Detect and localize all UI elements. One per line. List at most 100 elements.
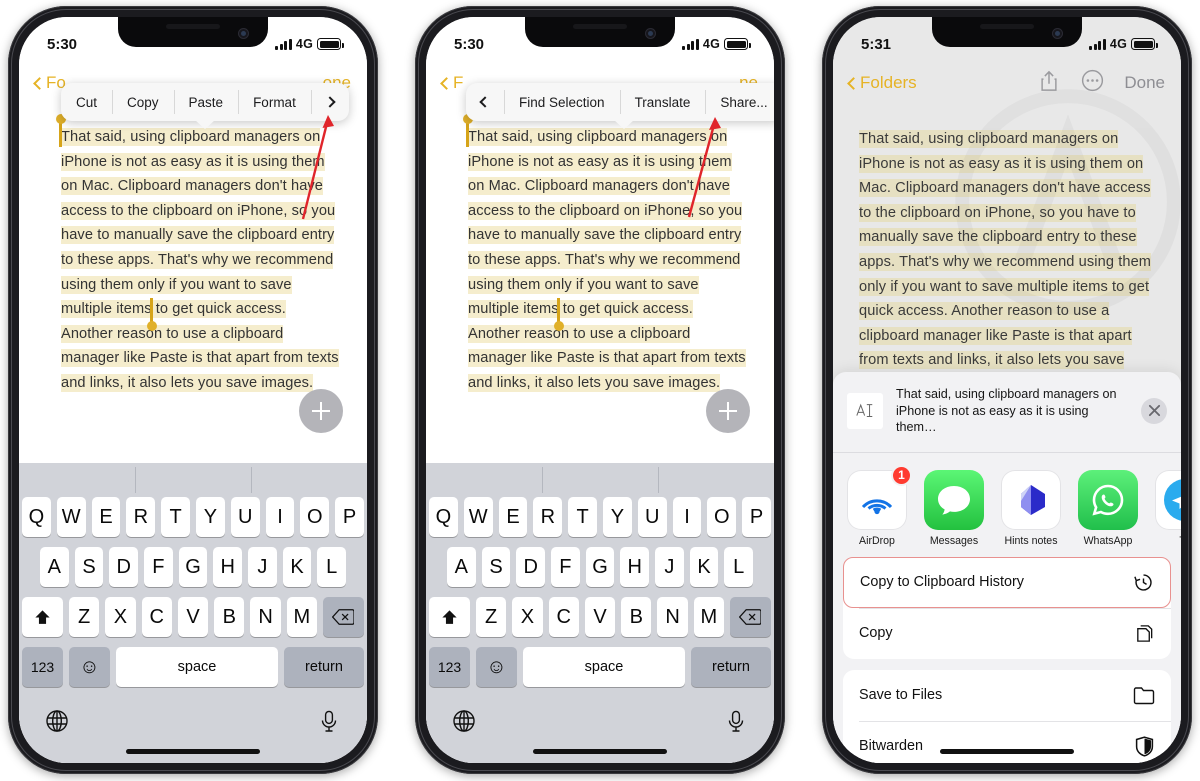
back-to-folders-button[interactable]: Folders: [847, 73, 917, 93]
key-p[interactable]: P: [742, 497, 771, 537]
key-a[interactable]: A: [39, 547, 69, 587]
backspace-key[interactable]: [729, 597, 771, 637]
predictive-bar[interactable]: [426, 463, 774, 497]
menu-item-copy[interactable]: Copy: [112, 83, 174, 121]
key-x[interactable]: X: [512, 597, 543, 637]
selection-handle-start[interactable]: [462, 114, 473, 147]
share-app-messages[interactable]: Messages: [924, 469, 984, 547]
key-n[interactable]: N: [250, 597, 281, 637]
key-w[interactable]: W: [463, 497, 493, 537]
menu-item-share[interactable]: Share...: [705, 83, 774, 121]
key-y[interactable]: Y: [196, 497, 225, 537]
key-j[interactable]: J: [248, 547, 277, 587]
key-z[interactable]: Z: [69, 597, 100, 637]
key-g[interactable]: G: [178, 547, 208, 587]
home-indicator[interactable]: [940, 749, 1074, 754]
home-indicator[interactable]: [533, 749, 667, 754]
back-to-folders-button[interactable]: F: [440, 73, 463, 93]
key-n[interactable]: N: [657, 597, 688, 637]
key-k[interactable]: K: [282, 547, 312, 587]
selection-handle-start[interactable]: [55, 114, 66, 147]
emoji-smiley-icon[interactable]: ☺: [476, 647, 517, 687]
key-u[interactable]: U: [637, 497, 667, 537]
menu-item-translate[interactable]: Translate: [619, 83, 706, 121]
globe-icon[interactable]: [452, 709, 476, 738]
menu-item-find-selection[interactable]: Find Selection: [504, 83, 620, 121]
key-l[interactable]: L: [317, 547, 347, 587]
numbers-key[interactable]: 123: [22, 647, 63, 687]
add-note-button[interactable]: [706, 389, 750, 433]
return-key[interactable]: return: [284, 647, 364, 687]
space-key[interactable]: space: [523, 647, 685, 687]
key-m[interactable]: M: [286, 597, 317, 637]
selection-handle-end[interactable]: [553, 298, 564, 331]
key-a[interactable]: A: [446, 547, 476, 587]
selection-handle-end[interactable]: [146, 298, 157, 331]
key-d[interactable]: D: [516, 547, 545, 587]
key-k[interactable]: K: [689, 547, 719, 587]
key-s[interactable]: S: [481, 547, 511, 587]
key-v[interactable]: V: [177, 597, 209, 637]
on-screen-keyboard-1[interactable]: Q W E R T Y U I O P A S D F G H J K L Z …: [19, 463, 367, 763]
key-h[interactable]: H: [213, 547, 243, 587]
menu-item-cut[interactable]: Cut: [61, 83, 112, 121]
key-r[interactable]: R: [126, 497, 156, 537]
key-o[interactable]: O: [300, 497, 330, 537]
ellipsis-circle-icon[interactable]: [1081, 69, 1104, 97]
key-q[interactable]: Q: [22, 497, 51, 537]
on-screen-keyboard-2[interactable]: Q W E R T Y U I O P A S D F G H J K L Z …: [426, 463, 774, 763]
key-q[interactable]: Q: [429, 497, 458, 537]
key-i[interactable]: I: [265, 497, 295, 537]
key-y[interactable]: Y: [603, 497, 632, 537]
key-r[interactable]: R: [533, 497, 563, 537]
share-app-airdrop[interactable]: 1 AirDrop: [847, 464, 912, 547]
share-app-row[interactable]: 1 AirDrop Messages Hints notes WhatsApp: [833, 453, 1181, 557]
shift-key[interactable]: [429, 597, 471, 637]
share-app-telegram[interactable]: Te: [1155, 469, 1181, 547]
action-copy-to-clipboard-history[interactable]: Copy to Clipboard History: [843, 556, 1171, 608]
share-app-whatsapp[interactable]: WhatsApp: [1078, 469, 1138, 547]
menu-next-page-button[interactable]: [310, 83, 349, 121]
key-f[interactable]: F: [551, 547, 580, 587]
key-w[interactable]: W: [56, 497, 86, 537]
text-edit-callout-2[interactable]: Find Selection Translate Share...: [466, 83, 774, 129]
done-button[interactable]: Done: [1124, 73, 1165, 93]
note-body-1[interactable]: That said, using clipboard managers on i…: [61, 125, 341, 396]
key-t[interactable]: T: [568, 497, 597, 537]
action-bitwarden[interactable]: Bitwarden: [843, 720, 1171, 764]
microphone-icon[interactable]: [724, 709, 748, 738]
share-app-hints-notes[interactable]: Hints notes: [1001, 469, 1061, 547]
key-d[interactable]: D: [109, 547, 138, 587]
numbers-key[interactable]: 123: [429, 647, 470, 687]
menu-item-paste[interactable]: Paste: [173, 83, 239, 121]
key-t[interactable]: T: [161, 497, 190, 537]
key-m[interactable]: M: [693, 597, 724, 637]
key-e[interactable]: E: [498, 497, 528, 537]
key-o[interactable]: O: [707, 497, 737, 537]
share-up-arrow-icon[interactable]: [1039, 70, 1059, 97]
return-key[interactable]: return: [691, 647, 771, 687]
menu-item-format[interactable]: Format: [238, 83, 311, 121]
key-f[interactable]: F: [144, 547, 173, 587]
key-x[interactable]: X: [105, 597, 136, 637]
key-z[interactable]: Z: [476, 597, 507, 637]
key-g[interactable]: G: [585, 547, 615, 587]
key-c[interactable]: C: [548, 597, 579, 637]
menu-previous-page-button[interactable]: [466, 83, 504, 121]
action-copy[interactable]: Copy: [843, 607, 1171, 659]
add-note-button[interactable]: [299, 389, 343, 433]
key-p[interactable]: P: [335, 497, 364, 537]
key-c[interactable]: C: [141, 597, 172, 637]
key-b[interactable]: B: [621, 597, 652, 637]
note-body-2[interactable]: That said, using clipboard managers on i…: [468, 125, 748, 396]
backspace-key[interactable]: [322, 597, 364, 637]
key-i[interactable]: I: [672, 497, 702, 537]
key-e[interactable]: E: [91, 497, 121, 537]
key-j[interactable]: J: [655, 547, 684, 587]
key-s[interactable]: S: [74, 547, 104, 587]
microphone-icon[interactable]: [317, 709, 341, 738]
globe-icon[interactable]: [45, 709, 69, 738]
key-v[interactable]: V: [584, 597, 616, 637]
emoji-smiley-icon[interactable]: ☺: [69, 647, 110, 687]
key-b[interactable]: B: [214, 597, 245, 637]
